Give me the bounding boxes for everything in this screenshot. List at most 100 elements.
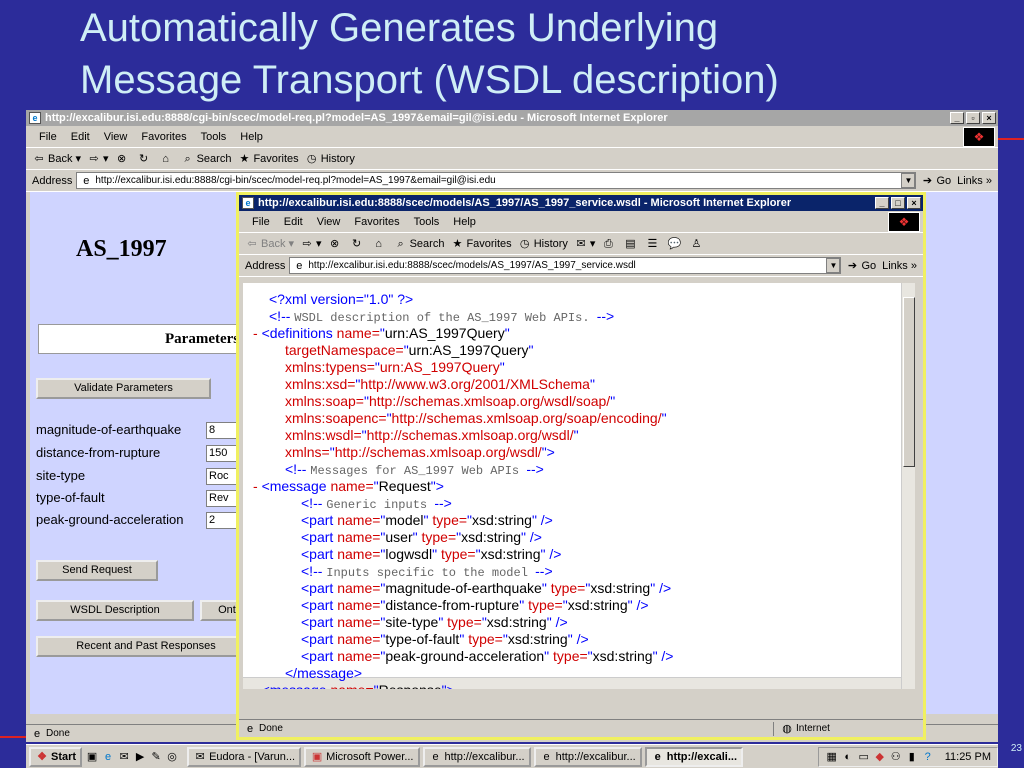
messenger-button[interactable]: 💬 xyxy=(667,237,683,251)
app-icon[interactable]: ◎ xyxy=(165,750,179,764)
history-button[interactable]: ◷ History xyxy=(518,237,568,251)
favorites-button[interactable]: ★ Favorites xyxy=(237,152,299,166)
slide-title-line-1: Automatically Generates Underlying xyxy=(80,6,719,50)
tray-icon-3[interactable]: ▭ xyxy=(857,750,871,764)
search-button[interactable]: ⌕ Search xyxy=(181,152,231,166)
xml-document-view: <?xml version="1.0" ?> <!-- WSDL descript… xyxy=(243,283,915,689)
tray-icon-2[interactable]: ◐ xyxy=(841,750,855,764)
vertical-scrollbar[interactable] xyxy=(901,283,915,689)
xml-token: <part xyxy=(301,546,338,562)
xml-line: <part name="user" type="xsd:string" /> xyxy=(301,529,542,546)
address-input[interactable]: e http://excalibur.isi.edu:8888/scec/mod… xyxy=(289,257,842,274)
favorites-button[interactable]: ★ Favorites xyxy=(450,237,512,251)
tools-icon[interactable]: ✎ xyxy=(149,750,163,764)
start-button[interactable]: ❖ Start xyxy=(29,746,83,767)
edit-icon: ▤ xyxy=(625,237,636,250)
stop-button[interactable]: ⊗ xyxy=(115,152,131,166)
close-icon[interactable]: × xyxy=(982,112,996,124)
help-icon[interactable]: ? xyxy=(921,750,935,764)
home-button[interactable]: ⌂ xyxy=(372,237,388,251)
antivirus-icon[interactable]: ◆ xyxy=(873,750,887,764)
menu-tools[interactable]: Tools xyxy=(414,216,440,228)
links-button[interactable]: Links » xyxy=(882,260,917,272)
minimize-icon[interactable]: _ xyxy=(875,197,889,209)
recent-responses-button[interactable]: Recent and Past Responses xyxy=(36,636,256,657)
collapse-toggle[interactable]: - xyxy=(253,478,262,494)
xml-token: name= xyxy=(337,648,381,664)
print-button[interactable]: ⎙ xyxy=(601,237,617,251)
wsdl-window-titlebar[interactable]: e http://excalibur.isi.edu:8888/scec/mod… xyxy=(239,195,923,211)
restore-icon[interactable]: ▫ xyxy=(966,112,980,124)
ie-icon: e xyxy=(543,750,550,763)
forward-button[interactable]: ⇨ ▾ xyxy=(300,237,321,251)
menu-help[interactable]: Help xyxy=(240,131,263,143)
menu-view[interactable]: View xyxy=(317,216,341,228)
task-powerpoint[interactable]: ▣ Microsoft Power... xyxy=(304,746,420,767)
home-button[interactable]: ⌂ xyxy=(159,152,175,166)
task-browser-active[interactable]: e http://excali... xyxy=(644,746,744,767)
task-browser-2[interactable]: e http://excalibur... xyxy=(533,746,642,767)
links-button[interactable]: Links » xyxy=(957,175,992,187)
menu-edit[interactable]: Edit xyxy=(284,216,303,228)
discuss-icon: ☰ xyxy=(647,237,658,250)
discuss-button[interactable]: ☰ xyxy=(645,237,661,251)
minimize-icon[interactable]: _ xyxy=(950,112,964,124)
menu-favorites[interactable]: Favorites xyxy=(141,131,186,143)
send-request-button[interactable]: Send Request xyxy=(36,560,158,581)
xml-token: " /> xyxy=(627,597,649,613)
menu-view[interactable]: View xyxy=(104,131,128,143)
xml-token: "> xyxy=(541,444,555,460)
xml-token: http://schemas.xmlsoap.org/soap/encoding… xyxy=(391,410,662,426)
tray-icon-1[interactable]: ▦ xyxy=(825,750,839,764)
chevron-down-icon[interactable]: ▼ xyxy=(901,173,916,188)
media-icon[interactable]: ▶ xyxy=(133,750,147,764)
forward-button[interactable]: ⇨ ▾ xyxy=(87,152,108,166)
xml-line: <part name="site-type" type="xsd:string"… xyxy=(301,614,568,631)
menu-help[interactable]: Help xyxy=(453,216,476,228)
refresh-button[interactable]: ↻ xyxy=(350,237,366,251)
maximize-icon[interactable]: □ xyxy=(891,197,905,209)
wsdl-description-button[interactable]: WSDL Description xyxy=(36,600,194,621)
validate-parameters-button[interactable]: Validate Parameters xyxy=(36,378,211,399)
close-icon[interactable]: × xyxy=(907,197,921,209)
collapse-toggle[interactable]: - xyxy=(253,325,262,341)
stop-button[interactable]: ⊗ xyxy=(328,237,344,251)
xml-token: " xyxy=(438,614,448,630)
menu-favorites[interactable]: Favorites xyxy=(354,216,399,228)
desktop-icon[interactable]: ▣ xyxy=(85,750,99,764)
search-button[interactable]: ⌕ Search xyxy=(394,237,444,251)
back-button[interactable]: ⇦ Back ▾ xyxy=(245,237,294,251)
network-icon[interactable]: ⚇ xyxy=(889,750,903,764)
go-button[interactable]: ➔ Go xyxy=(920,174,951,188)
xml-line: xmlns:wsdl= "http://schemas.xmlsoap.org/w… xyxy=(285,427,579,444)
signal-icon[interactable]: ▮ xyxy=(905,750,919,764)
address-input[interactable]: e http://excalibur.isi.edu:8888/cgi-bin/… xyxy=(76,172,917,189)
task-label: Microsoft Power... xyxy=(326,750,414,763)
xml-token: xmlns:typens= xyxy=(285,359,375,375)
chat-icon: 💬 xyxy=(667,237,682,250)
xml-token: <part xyxy=(301,631,338,647)
outlook-icon[interactable]: ✉ xyxy=(117,750,131,764)
task-browser-1[interactable]: e http://excalibur... xyxy=(422,746,531,767)
collapse-toggle[interactable]: - xyxy=(253,682,262,689)
contacts-button[interactable]: ♙ xyxy=(689,237,705,251)
go-button[interactable]: ➔ Go xyxy=(845,259,876,273)
back-button[interactable]: ⇦ Back ▾ xyxy=(32,152,81,166)
ie-icon[interactable]: e xyxy=(101,750,115,764)
task-eudora[interactable]: ✉ Eudora - [Varun... xyxy=(187,746,302,767)
address-value: http://excalibur.isi.edu:8888/cgi-bin/sc… xyxy=(95,175,496,186)
scrollbar-thumb[interactable] xyxy=(903,297,915,467)
mail-button[interactable]: ✉ ▾ xyxy=(574,237,595,251)
xml-token: http://schemas.xmlsoap.org/wsdl/ xyxy=(334,444,542,460)
refresh-button[interactable]: ↻ xyxy=(137,152,153,166)
main-window-titlebar[interactable]: e http://excalibur.isi.edu:8888/cgi-bin/… xyxy=(26,110,998,126)
chevron-down-icon[interactable]: ▼ xyxy=(826,258,841,273)
xml-token: http://schemas.xmlsoap.org/wsdl/ xyxy=(366,427,574,443)
menu-tools[interactable]: Tools xyxy=(201,131,227,143)
menu-file[interactable]: File xyxy=(39,131,57,143)
menu-file[interactable]: File xyxy=(252,216,270,228)
xml-token: xmlns:soapenc= xyxy=(285,410,387,426)
history-button[interactable]: ◷ History xyxy=(305,152,355,166)
edit-button[interactable]: ▤ xyxy=(623,237,639,251)
menu-edit[interactable]: Edit xyxy=(71,131,90,143)
